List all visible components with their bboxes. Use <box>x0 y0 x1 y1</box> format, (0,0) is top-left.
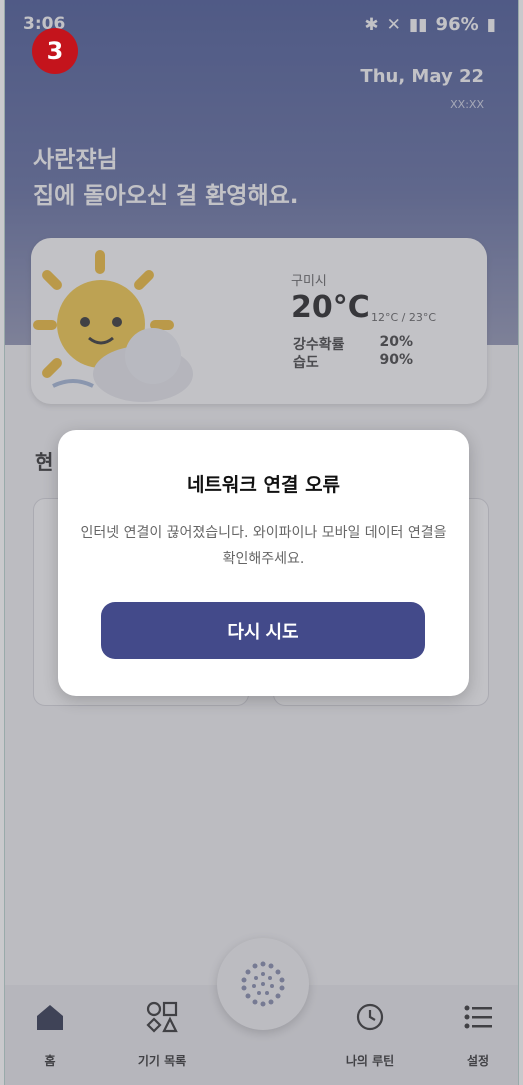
dialog-message: 인터넷 연결이 끊어졌습니다. 와이파이나 모바일 데이터 연결을 확인해주세요… <box>80 525 447 567</box>
step-badge: 3 <box>32 28 78 74</box>
dialog-title: 네트워크 연결 오류 <box>186 474 341 496</box>
retry-button[interactable]: 다시 시도 <box>101 602 425 659</box>
phone-screen: 3:06 ✱ ✕ ▮▮ 96% ▮ Thu, May 22 XX:XX 사란쟌님… <box>4 0 519 1085</box>
network-error-dialog: 네트워크 연결 오류 인터넷 연결이 끊어졌습니다. 와이파이나 모바일 데이터… <box>58 430 469 696</box>
